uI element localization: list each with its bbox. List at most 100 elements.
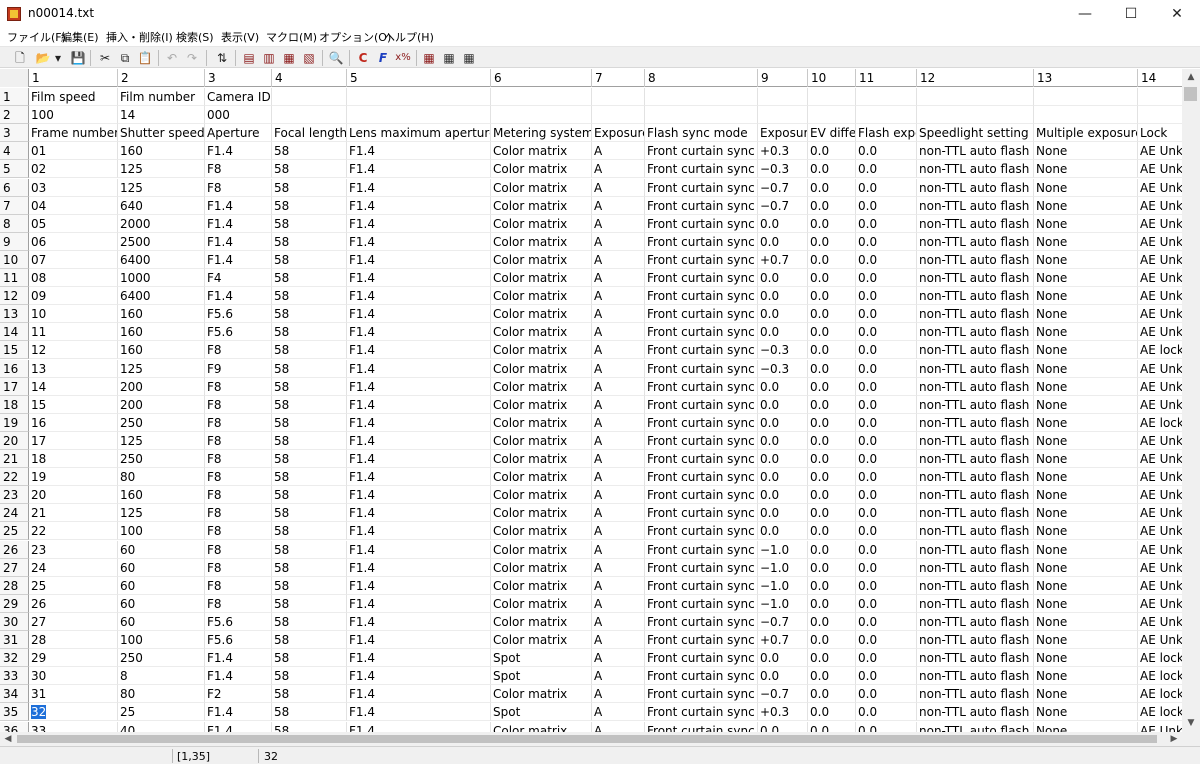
grid-cell[interactable]: Color matrix (491, 178, 592, 197)
grid-cell[interactable]: 0.0 (808, 558, 856, 577)
grid-cell[interactable]: non-TTL auto flash (917, 395, 1034, 414)
grid-cell[interactable]: Color matrix (491, 232, 592, 251)
grid-cell[interactable]: AE lock (1138, 703, 1182, 722)
grid-cell[interactable]: non-TTL auto flash (917, 377, 1034, 396)
row-header[interactable]: 9 (0, 232, 29, 251)
column-header[interactable]: 6 (491, 69, 592, 87)
grid-cell[interactable]: 0.0 (856, 649, 917, 668)
grid-cell[interactable]: AE lock (1138, 667, 1182, 686)
grid-cell[interactable]: Front curtain sync (645, 631, 758, 650)
grid-cell[interactable]: A (592, 486, 645, 505)
grid-cell[interactable]: None (1034, 558, 1138, 577)
grid-cell[interactable]: 0.0 (856, 594, 917, 613)
grid-cell[interactable]: 0.0 (808, 413, 856, 432)
grid-cell[interactable]: A (592, 703, 645, 722)
save-icon[interactable]: 💾 (70, 50, 86, 66)
grid-cell[interactable]: Color matrix (491, 323, 592, 342)
column-header[interactable]: 3 (205, 69, 272, 87)
grid-cell[interactable]: None (1034, 269, 1138, 288)
grid-cell[interactable]: 000 (205, 106, 272, 125)
grid-cell[interactable]: Color matrix (491, 214, 592, 233)
grid-cell[interactable]: 0.0 (856, 540, 917, 559)
grid-cell[interactable]: +0.3 (758, 142, 808, 161)
close-button[interactable]: ✕ (1154, 0, 1200, 28)
grid-cell[interactable]: AE Unk (1138, 305, 1182, 324)
grid-cell[interactable]: Front curtain sync (645, 649, 758, 668)
column-header[interactable]: 5 (347, 69, 491, 87)
grid-cell[interactable]: 0.0 (856, 450, 917, 469)
grid-cell[interactable]: AE Unk (1138, 722, 1182, 733)
grid-cell[interactable]: Color matrix (491, 486, 592, 505)
grid-cell[interactable]: Multiple exposure (1034, 124, 1138, 143)
grid-cell[interactable]: 32 (29, 703, 118, 722)
grid-cell[interactable]: 20 (29, 486, 118, 505)
row-header[interactable]: 18 (0, 395, 29, 414)
grid-cell[interactable]: None (1034, 341, 1138, 360)
grid-cell[interactable]: 58 (272, 377, 347, 396)
grid-cell[interactable]: 06 (29, 232, 118, 251)
insert-row-icon[interactable]: ▤ (241, 50, 257, 66)
grid-cell[interactable]: 28 (29, 631, 118, 650)
grid-cell[interactable]: 80 (118, 468, 205, 487)
grid-cell[interactable]: AE Unk (1138, 559, 1182, 577)
grid-cell[interactable]: 58 (272, 468, 347, 487)
grid-cell[interactable] (758, 106, 808, 125)
grid-cell[interactable]: A (592, 269, 645, 288)
grid-cell[interactable]: non-TTL auto flash (917, 269, 1034, 288)
grid-cell[interactable]: 160 (118, 305, 205, 324)
grid-cell[interactable]: Front curtain sync (645, 269, 758, 288)
grid-cell[interactable]: 160 (118, 486, 205, 505)
grid-cell[interactable]: F1.4 (347, 667, 491, 686)
grid-cell[interactable]: Color matrix (491, 287, 592, 306)
grid-cell[interactable]: Color matrix (491, 196, 592, 215)
grid-cell[interactable]: F1.4 (347, 287, 491, 306)
grid-cell[interactable]: A (592, 667, 645, 686)
grid-cell[interactable] (347, 106, 491, 125)
grid-cell[interactable]: None (1034, 721, 1138, 732)
grid-cell[interactable]: Front curtain sync (645, 323, 758, 342)
grid-cell[interactable]: A (592, 232, 645, 251)
grid-cell[interactable]: 58 (272, 522, 347, 541)
grid-cell[interactable]: A (592, 504, 645, 523)
grid-cell[interactable]: None (1034, 486, 1138, 505)
grid-cell[interactable]: AE Unk (1138, 233, 1182, 251)
grid-cell[interactable]: Front curtain sync (645, 341, 758, 360)
grid-cell[interactable]: A (592, 631, 645, 650)
grid-cell[interactable]: 0.0 (808, 721, 856, 732)
row-header[interactable]: 16 (0, 359, 29, 378)
delete-row-icon[interactable]: ▦ (281, 50, 297, 66)
grid-cell[interactable]: 27 (29, 612, 118, 631)
grid-cell[interactable]: None (1034, 540, 1138, 559)
grid-cell[interactable]: non-TTL auto flash (917, 594, 1034, 613)
grid-cell[interactable]: −0.7 (758, 685, 808, 704)
grid-cell[interactable]: Color matrix (491, 468, 592, 487)
grid-cell[interactable]: Film speed (29, 88, 118, 107)
grid-cell[interactable]: None (1034, 576, 1138, 595)
horizontal-scroll-thumb[interactable] (17, 735, 1157, 743)
grid-cell[interactable]: −0.3 (758, 160, 808, 179)
grid-cell[interactable]: 80 (118, 685, 205, 704)
scroll-left-icon[interactable]: ◀ (0, 732, 16, 746)
grid-cell[interactable]: non-TTL auto flash (917, 522, 1034, 541)
grid-cell[interactable] (592, 106, 645, 125)
grid-cell[interactable]: 0.0 (808, 685, 856, 704)
grid-cell[interactable]: non-TTL auto flash (917, 232, 1034, 251)
grid-cell[interactable]: Front curtain sync (645, 703, 758, 722)
grid-cell[interactable]: AE Unk (1138, 378, 1182, 396)
grid-cell[interactable]: 0.0 (758, 504, 808, 523)
row-header[interactable]: 36 (0, 721, 29, 732)
grid-cell[interactable]: non-TTL auto flash (917, 703, 1034, 722)
grid-cell[interactable]: non-TTL auto flash (917, 504, 1034, 523)
grid-cell[interactable]: AE Unk (1138, 450, 1182, 469)
grid-cell[interactable]: None (1034, 612, 1138, 631)
grid-cell[interactable]: F1.4 (205, 721, 272, 732)
grid-cell[interactable]: F5.6 (205, 323, 272, 342)
grid-cell[interactable]: 6400 (118, 287, 205, 306)
grid-cell[interactable]: Color matrix (491, 522, 592, 541)
grid-cell[interactable]: 0.0 (758, 468, 808, 487)
grid-cell[interactable]: 58 (272, 721, 347, 732)
grid-cell[interactable]: 02 (29, 160, 118, 179)
grid-cell[interactable]: 58 (272, 359, 347, 378)
grid-cell[interactable]: 6400 (118, 250, 205, 269)
grid-cell[interactable]: 58 (272, 685, 347, 704)
